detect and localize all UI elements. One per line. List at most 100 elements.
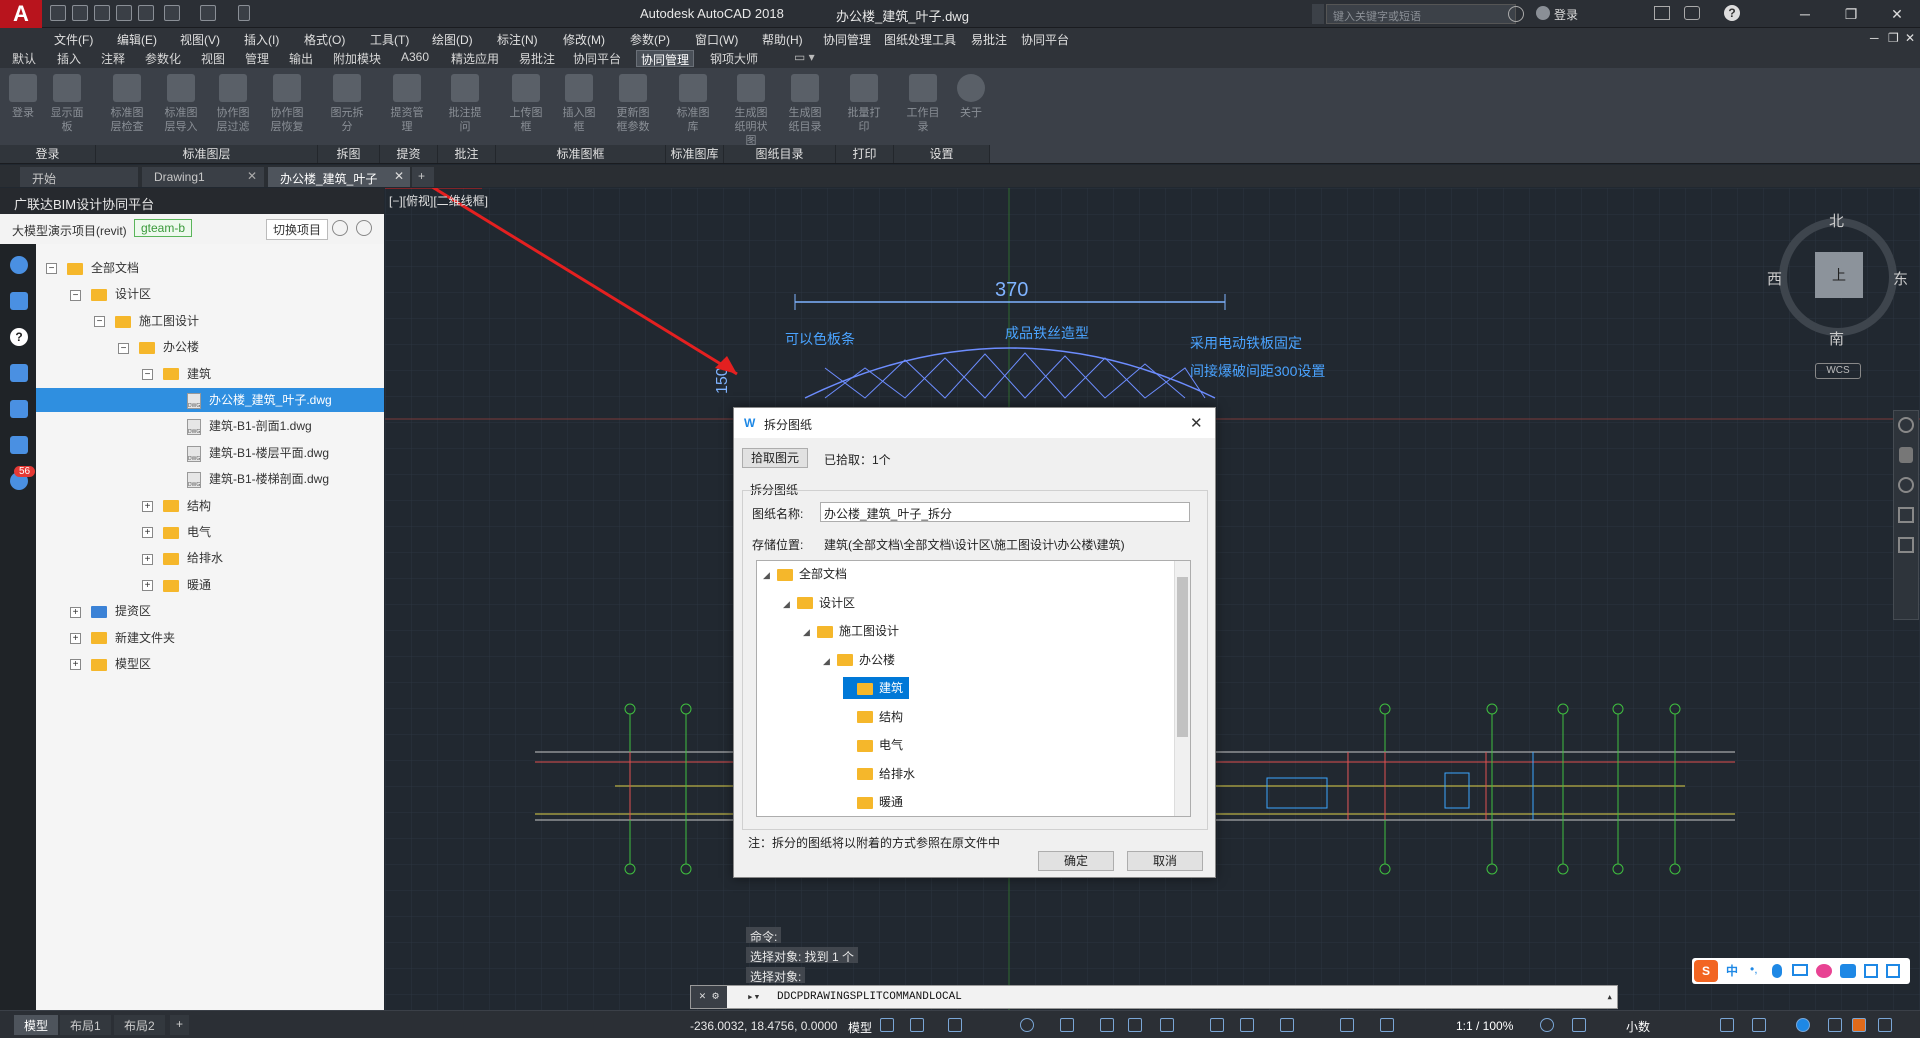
hardware-accel-icon[interactable] (1828, 1018, 1842, 1032)
expand-arrow-icon[interactable]: ◢ (823, 650, 837, 672)
tree-file-item[interactable]: DWG 建筑-B1-剖面1.dwg (166, 414, 312, 438)
tree-folder-item[interactable]: − 设计区 (70, 282, 151, 306)
command-input[interactable]: DDCPDRAWINGSPLITCOMMANDLOCAL (777, 991, 962, 1003)
collab-layer-filter-button[interactable]: 协作图层过滤 (212, 74, 254, 134)
tree-folder-item[interactable]: + 新建文件夹 (70, 626, 175, 650)
snap-mode-icon[interactable] (910, 1018, 924, 1032)
quick-properties-icon[interactable] (1720, 1018, 1734, 1032)
dialog-close-icon[interactable]: ✕ (1190, 414, 1203, 432)
expand-toggle-icon[interactable]: + (142, 553, 153, 565)
menu-dimension[interactable]: 标注(N) (497, 31, 538, 48)
menu-annotate[interactable]: 易批注 (971, 31, 1007, 48)
grid-display-icon[interactable] (880, 1018, 894, 1032)
close-drawing1-icon[interactable]: ✕ (247, 169, 257, 183)
login-ribbon-button[interactable]: 登录 (2, 74, 44, 120)
menu-help[interactable]: 帮助(H) (762, 31, 803, 48)
print-icon[interactable] (138, 5, 154, 21)
open-file-icon[interactable] (72, 5, 88, 21)
model-space-toggle[interactable]: 模型 (848, 1019, 872, 1036)
layer-check-button[interactable]: 标准图层检查 (106, 74, 148, 134)
tab-insert[interactable]: 插入 (53, 50, 85, 67)
layout-tab-2[interactable]: 布局2 (114, 1015, 165, 1035)
object-snap-icon[interactable] (1128, 1018, 1142, 1032)
compass-north[interactable]: 北 (1829, 210, 1844, 231)
tab-view[interactable]: 视图 (197, 50, 229, 67)
binoculars-icon[interactable] (1508, 6, 1524, 22)
login-button[interactable]: 登录 (1554, 6, 1578, 23)
menu-edit[interactable]: 编辑(E) (117, 31, 157, 48)
cancel-button[interactable]: 取消 (1127, 851, 1203, 871)
transparency-icon[interactable] (1210, 1018, 1224, 1032)
iso-draft-icon[interactable] (1060, 1018, 1074, 1032)
search-expand-icon[interactable] (1312, 4, 1324, 24)
collab-layer-restore-button[interactable]: 协作图层恢复 (266, 74, 308, 134)
cloud-icon[interactable] (10, 256, 28, 274)
tab-current-file[interactable]: 办公楼_建筑_叶子 (268, 167, 410, 187)
tree-folder-item[interactable]: − 施工图设计 (94, 309, 199, 333)
expand-toggle-icon[interactable]: − (118, 342, 129, 354)
tree-folder-item[interactable]: − 办公楼 (118, 335, 199, 359)
3d-osnap-icon[interactable] (1280, 1018, 1294, 1032)
viewport-label[interactable]: [−][俯视][二维线框] (389, 192, 488, 209)
isolate-objects-icon[interactable] (1796, 1018, 1810, 1032)
menu-drawing-tools[interactable]: 图纸处理工具 (884, 31, 956, 48)
ok-button[interactable]: 确定 (1038, 851, 1114, 871)
redo-icon[interactable] (200, 5, 216, 21)
tree-folder-item[interactable]: + 结构 (142, 494, 211, 518)
menu-parametric[interactable]: 参数(P) (630, 31, 670, 48)
ime-chinese-mode[interactable]: 中 (1726, 962, 1738, 979)
close-current-tab-icon[interactable]: ✕ (394, 169, 404, 183)
wcs-menu[interactable]: WCS (1815, 363, 1861, 379)
layer-import-button[interactable]: 标准图层导入 (160, 74, 202, 134)
command-close-icon[interactable]: ✕ ⚙ (691, 986, 727, 1008)
ime-keyboard-icon[interactable] (1792, 964, 1808, 976)
mdi-restore-icon[interactable]: ❐ (1888, 31, 1899, 45)
insert-frame-button[interactable]: 插入图框 (558, 74, 600, 134)
tab-annotate[interactable]: 注释 (97, 50, 129, 67)
sogou-logo-icon[interactable]: S (1694, 960, 1718, 982)
clean-screen-icon[interactable] (1852, 1018, 1866, 1032)
layout-tab-1[interactable]: 布局1 (60, 1015, 111, 1035)
quick-access-dropdown-icon[interactable] (238, 5, 250, 21)
expand-toggle-icon[interactable]: − (70, 289, 81, 301)
a360-icon[interactable] (1684, 6, 1700, 20)
tree-folder-item[interactable]: − 全部文档 (46, 256, 139, 280)
tab-gangxiang[interactable]: 钢项大师 (706, 50, 762, 67)
pan-hand-icon[interactable] (1899, 447, 1913, 463)
cursor-coordinates[interactable]: -236.0032, 18.4756, 0.0000 (690, 1019, 837, 1033)
showmotion-icon[interactable] (1898, 537, 1914, 553)
tree-file-item[interactable]: DWG 办公楼_建筑_叶子.dwg (36, 388, 384, 412)
about-button[interactable]: 关于 (950, 74, 992, 120)
location-tree-item[interactable]: 给排水 (843, 763, 915, 785)
cart-icon[interactable] (1654, 6, 1670, 20)
mdi-close-icon[interactable]: ✕ (1905, 31, 1915, 45)
tab-start[interactable]: 开始 (20, 167, 138, 187)
command-history-toggle-icon[interactable]: ▴ (1606, 990, 1613, 1004)
location-tree-item[interactable]: ◢ 全部文档 (763, 563, 847, 585)
tab-manage[interactable]: 管理 (241, 50, 273, 67)
plus-icon[interactable] (1572, 1018, 1586, 1032)
tree-folder-item[interactable]: + 模型区 (70, 652, 151, 676)
menu-tools[interactable]: 工具(T) (370, 31, 409, 48)
menu-collab-platform[interactable]: 协同平台 (1021, 31, 1069, 48)
tab-collab-platform[interactable]: 协同平台 (569, 50, 625, 67)
annotation-scale[interactable]: 1:1 / 100% (1456, 1019, 1513, 1033)
customize-icon[interactable] (1878, 1018, 1892, 1032)
ime-voice-icon[interactable] (1772, 964, 1782, 978)
help-circle-icon[interactable]: ? (10, 328, 28, 346)
location-tree-item[interactable]: 暖通 (843, 791, 903, 813)
gen-catalog-button[interactable]: 生成图纸目录 (784, 74, 826, 134)
location-tree-item[interactable]: ◢ 设计区 (783, 592, 855, 614)
submit-manage-button[interactable]: 提资管理 (386, 74, 428, 134)
new-file-icon[interactable] (50, 5, 66, 21)
location-tree-item[interactable]: ◢ 办公楼 (823, 649, 895, 671)
tree-scrollbar[interactable] (1174, 561, 1190, 816)
expand-toggle-icon[interactable]: − (142, 368, 153, 380)
location-tree-item[interactable]: 结构 (843, 706, 903, 728)
annotation-scale-icon[interactable] (1340, 1018, 1354, 1032)
tab-yipizhu[interactable]: 易批注 (515, 50, 559, 67)
mdi-minimize-icon[interactable]: ─ (1870, 31, 1879, 45)
switch-project-button[interactable]: 切换项目 (266, 219, 329, 240)
close-icon[interactable]: ✕ (1874, 0, 1920, 28)
report-icon[interactable] (10, 400, 28, 418)
